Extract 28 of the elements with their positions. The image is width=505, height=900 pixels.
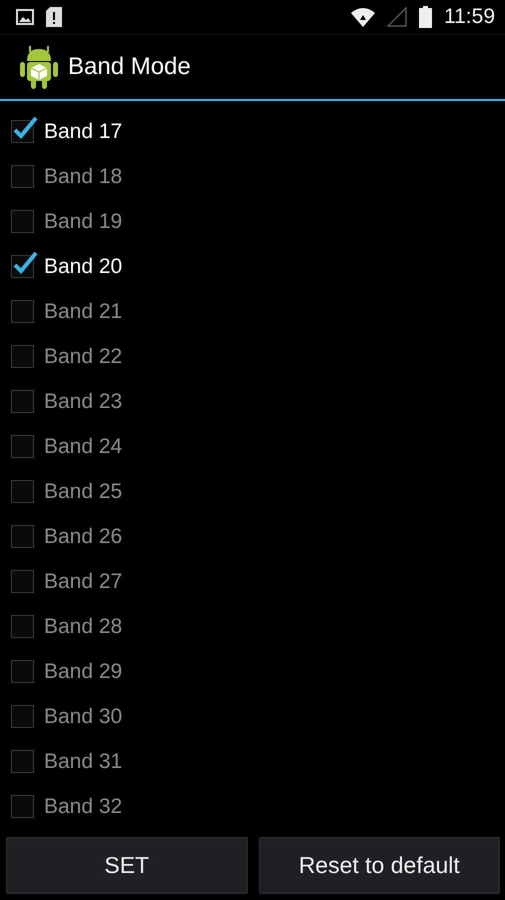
band-label: Band 25 xyxy=(44,480,122,504)
checkbox[interactable] xyxy=(11,250,39,278)
set-button[interactable]: SET xyxy=(6,837,248,894)
band-label: Band 32 xyxy=(44,794,122,818)
band-label: Band 18 xyxy=(44,164,122,188)
band-label: Band 26 xyxy=(44,524,122,548)
band-label: Band 23 xyxy=(44,390,122,414)
battery-icon xyxy=(419,6,432,28)
sd-card-icon xyxy=(46,7,62,27)
band-label: Band 27 xyxy=(44,570,122,594)
clock-time: 11:59 xyxy=(444,5,495,29)
picture-icon xyxy=(16,9,34,25)
band-label: Band 22 xyxy=(44,344,122,368)
band-label: Band 24 xyxy=(44,434,122,458)
android-robot-icon xyxy=(20,45,58,89)
band-label: Band 30 xyxy=(44,704,122,728)
band-label: Band 20 xyxy=(44,254,122,278)
band-label: Band 29 xyxy=(44,660,122,684)
signal-icon xyxy=(387,7,407,27)
band-label: Band 21 xyxy=(44,300,122,324)
band-label: Band 31 xyxy=(44,750,122,774)
wifi-icon xyxy=(351,7,375,27)
band-label: Band 19 xyxy=(44,210,122,234)
band-label: Band 17 xyxy=(44,120,122,144)
screen-title: Band Mode xyxy=(68,53,191,81)
checkbox[interactable] xyxy=(11,114,39,142)
reset-button[interactable]: Reset to default xyxy=(258,837,500,894)
band-label: Band 28 xyxy=(44,614,122,638)
